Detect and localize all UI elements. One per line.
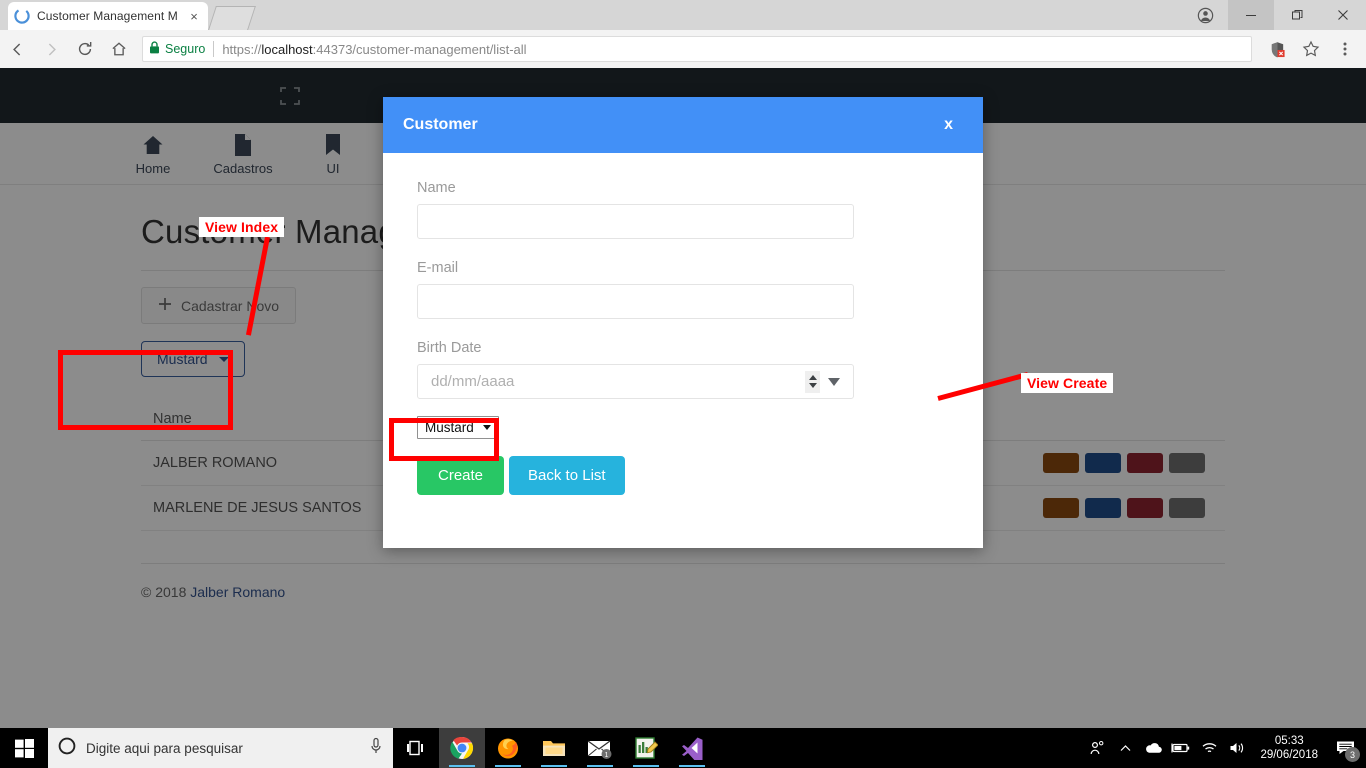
battery-icon[interactable] — [1168, 728, 1194, 768]
browser-tab[interactable]: Customer Management M × — [8, 2, 208, 30]
search-placeholder: Digite aqui para pesquisar — [86, 740, 243, 756]
window-controls — [1182, 0, 1366, 30]
spinner-icon[interactable] — [805, 370, 820, 393]
taskbar-clock[interactable]: 05:33 29/06/2018 — [1252, 734, 1326, 762]
new-tab-button[interactable] — [208, 6, 256, 30]
kebab-menu-icon[interactable] — [1328, 32, 1362, 66]
task-view-icon[interactable] — [393, 728, 439, 768]
secure-label: Seguro — [165, 42, 206, 56]
windows-taskbar: Digite aqui para pesquisar 1 05:33 29/06… — [0, 728, 1366, 768]
window-minimize-button[interactable] — [1228, 0, 1274, 30]
omnibox-divider — [213, 41, 215, 57]
toolbar-right-group — [1260, 32, 1366, 66]
birth-date-placeholder: dd/mm/aaaa — [431, 373, 515, 390]
taskbar-app-visual-studio[interactable] — [669, 728, 715, 768]
lock-icon — [149, 41, 160, 57]
highlight-box-index-dropdown — [58, 350, 233, 430]
volume-icon[interactable] — [1224, 728, 1250, 768]
birth-date-input[interactable]: dd/mm/aaaa — [417, 364, 854, 399]
taskbar-app-notepad[interactable] — [623, 728, 669, 768]
browser-toolbar: Seguro https://localhost:44373/customer-… — [0, 30, 1366, 68]
show-hidden-icons-chevron[interactable] — [1112, 728, 1138, 768]
email-input[interactable] — [417, 284, 854, 319]
microphone-icon[interactable] — [369, 737, 383, 760]
highlight-box-create-select — [389, 418, 499, 461]
modal-title: Customer — [403, 116, 478, 133]
bookmark-star-icon[interactable] — [1294, 32, 1328, 66]
url-text: https://localhost:44373/customer-managem… — [222, 41, 527, 57]
forward-icon — [34, 32, 68, 66]
clock-date: 29/06/2018 — [1260, 749, 1318, 761]
spinner-up-icon — [808, 375, 817, 380]
onedrive-icon[interactable] — [1140, 728, 1166, 768]
name-field-label: Name — [417, 180, 456, 196]
create-button[interactable]: Create — [417, 456, 505, 495]
calendar-dropdown-icon[interactable] — [828, 377, 840, 386]
address-bar[interactable]: Seguro https://localhost:44373/customer-… — [142, 36, 1252, 62]
annotation-label-view-index: View Index — [199, 217, 285, 237]
back-icon[interactable] — [0, 32, 34, 66]
name-input[interactable] — [417, 204, 854, 239]
notification-center-button[interactable]: 3 — [1328, 728, 1362, 768]
back-to-list-button[interactable]: Back to List — [509, 456, 625, 495]
annotation-label-view-create: View Create — [1021, 373, 1114, 393]
taskbar-app-mail[interactable]: 1 — [577, 728, 623, 768]
start-button[interactable] — [0, 728, 48, 768]
window-maximize-button[interactable] — [1274, 0, 1320, 30]
modal-header: Customer x — [383, 97, 983, 153]
screen: Customer Management M × Seguro https://l… — [0, 0, 1366, 768]
clock-time: 05:33 — [1274, 735, 1304, 747]
svg-text:1: 1 — [605, 752, 609, 759]
spinner-down-icon — [808, 383, 817, 388]
browser-chrome: Customer Management M × Seguro https://l… — [0, 0, 1366, 68]
tab-close-icon[interactable]: × — [186, 9, 202, 24]
taskbar-app-firefox[interactable] — [485, 728, 531, 768]
window-close-button[interactable] — [1320, 0, 1366, 30]
notification-badge: 3 — [1345, 747, 1360, 762]
tab-strip: Customer Management M × — [0, 0, 1366, 30]
taskbar-search-box[interactable]: Digite aqui para pesquisar — [48, 728, 393, 768]
system-tray: 05:33 29/06/2018 3 — [1084, 728, 1366, 768]
birth-date-field-label: Birth Date — [417, 340, 482, 356]
people-icon[interactable] — [1084, 728, 1110, 768]
home-icon[interactable] — [102, 32, 136, 66]
customer-modal: Customer x Name E-mail Birth Date dd/mm/… — [383, 97, 983, 548]
profile-icon[interactable] — [1182, 0, 1228, 30]
shield-blocked-icon[interactable] — [1260, 32, 1294, 66]
taskbar-app-file-explorer[interactable] — [531, 728, 577, 768]
modal-actions: Create Back to List — [417, 456, 949, 495]
email-field-label: E-mail — [417, 260, 459, 276]
close-icon[interactable]: x — [944, 116, 953, 134]
taskbar-app-chrome[interactable] — [439, 728, 485, 768]
date-controls — [805, 370, 840, 393]
wifi-icon[interactable] — [1196, 728, 1222, 768]
tab-favicon-icon — [14, 8, 30, 24]
tab-title: Customer Management M — [37, 9, 178, 23]
reload-icon[interactable] — [68, 32, 102, 66]
search-circle-icon — [58, 737, 76, 760]
